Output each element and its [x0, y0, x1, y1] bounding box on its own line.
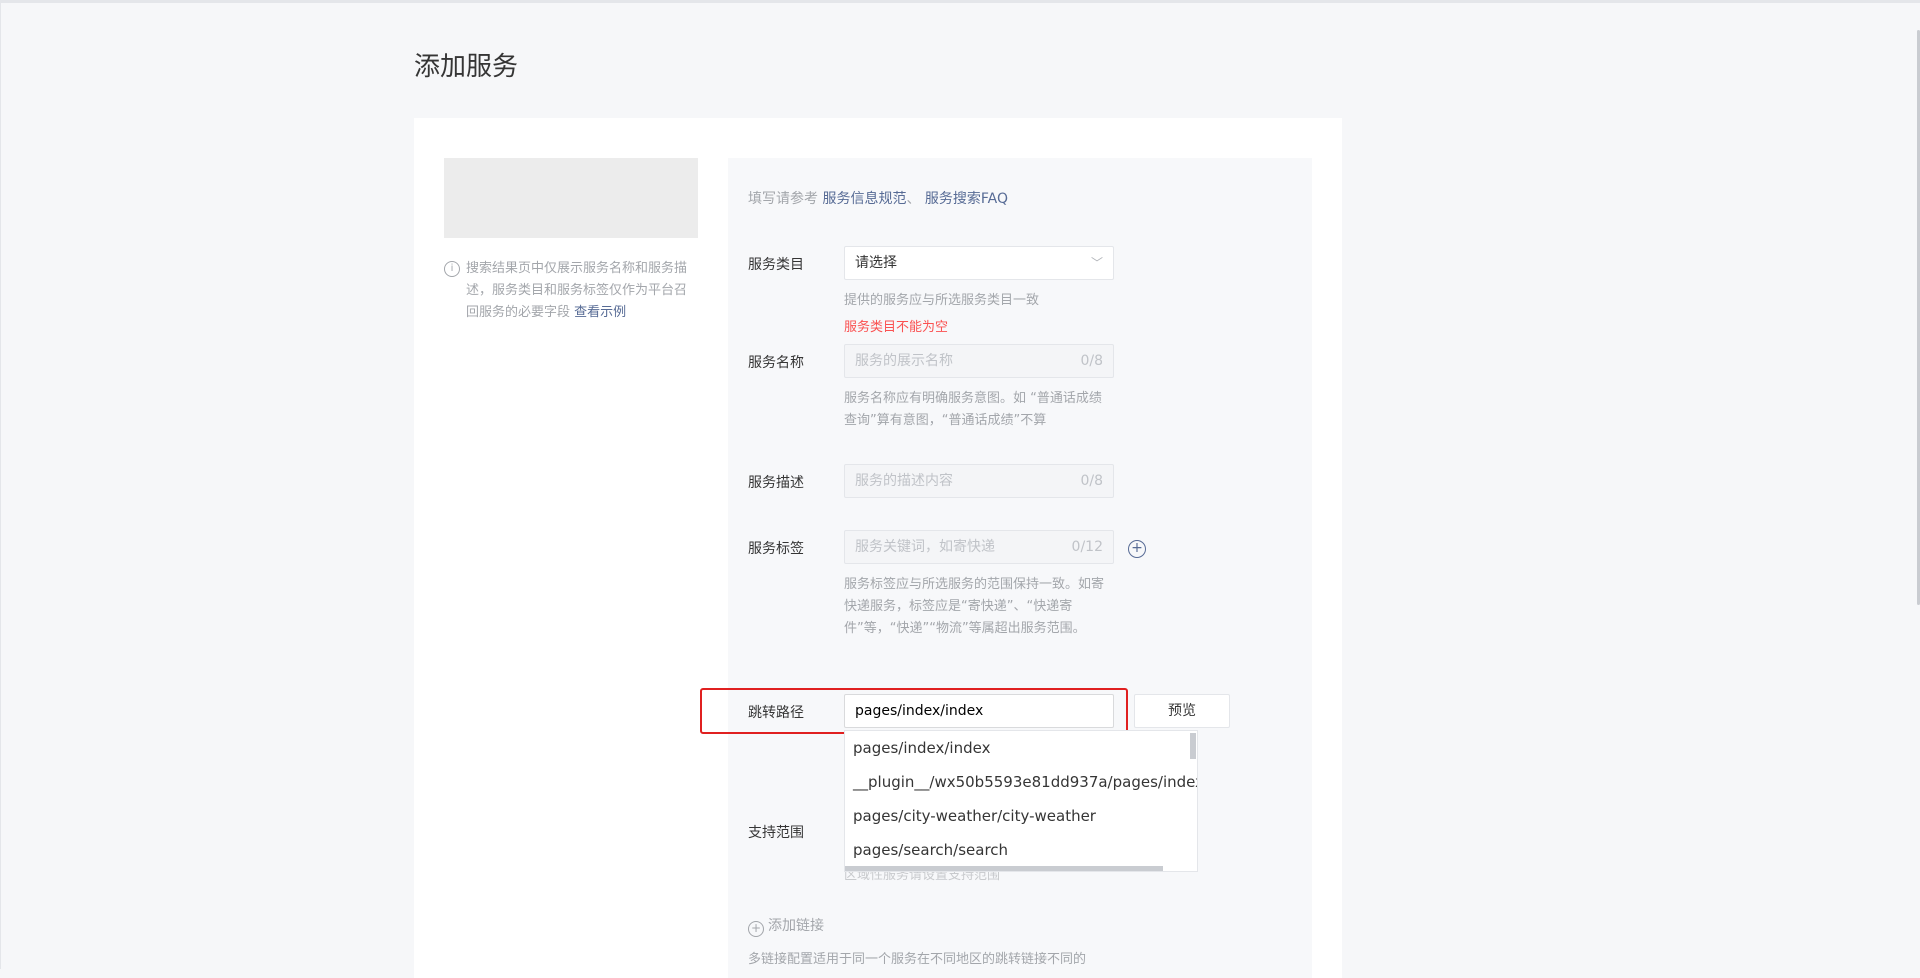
category-error: 服务类目不能为空: [844, 320, 949, 335]
form-reference-note: 填写请参考 服务信息规范、 服务搜索FAQ: [748, 188, 1008, 208]
tags-label: 服务标签: [748, 541, 804, 557]
category-select[interactable]: 请选择 ﹀: [844, 246, 1114, 280]
desc-label: 服务描述: [748, 475, 804, 491]
note-prefix: 填写请参考: [748, 191, 818, 207]
category-label: 服务类目: [748, 257, 804, 273]
name-input-placeholder: 服务的展示名称: [855, 353, 953, 369]
highlight-box: [700, 688, 1128, 734]
desc-counter: 0/8: [1080, 473, 1103, 489]
desc-input-placeholder: 服务的描述内容: [855, 473, 953, 489]
preview-tip-text: 搜索结果页中仅展示服务名称和服务描述，服务类目和服务标签仅作为平台召回服务的必要…: [466, 258, 694, 324]
tags-input[interactable]: 服务关键词，如寄快递 0/12: [844, 530, 1114, 564]
category-select-value: 请选择: [855, 255, 897, 271]
name-help: 服务名称应有明确服务意图。如 “普通话成绩查询”算有意图，“普通话成绩”不算: [844, 391, 1102, 428]
top-border: [0, 0, 1920, 3]
service-search-faq-link[interactable]: 服务搜索FAQ: [925, 191, 1008, 207]
tags-counter: 0/12: [1071, 539, 1103, 555]
dropdown-horizontal-scrollbar[interactable]: [845, 866, 1163, 871]
path-suggestions-dropdown: pages/index/index __plugin__/wx50b5593e8…: [844, 730, 1198, 872]
chevron-down-icon: ﹀: [1090, 256, 1103, 270]
multi-link-note: 多链接配置适用于同一个服务在不同地区的跳转链接不同的: [748, 952, 1087, 967]
tags-help: 服务标签应与所选服务的范围保持一致。如寄快递服务，标签应是“寄快递”、“快递寄件…: [844, 577, 1105, 636]
add-link-label: 添加链接: [768, 918, 824, 934]
add-link-button[interactable]: + 添加链接: [748, 915, 824, 937]
dropdown-vertical-scrollbar[interactable]: [1190, 733, 1196, 759]
add-tag-icon[interactable]: +: [1128, 540, 1146, 558]
suggestion-item[interactable]: __plugin__/wx50b5593e81dd937a/pages/inde…: [853, 773, 1197, 791]
service-info-spec-link[interactable]: 服务信息规范: [822, 191, 906, 207]
name-label: 服务名称: [748, 355, 804, 371]
search-result-preview: [444, 158, 698, 238]
page-title: 添加服务: [414, 52, 519, 82]
tags-input-placeholder: 服务关键词，如寄快递: [855, 539, 995, 555]
name-counter: 0/8: [1080, 353, 1103, 369]
preview-button[interactable]: 预览: [1134, 694, 1230, 728]
desc-input[interactable]: 服务的描述内容 0/8: [844, 464, 1114, 498]
suggestion-item[interactable]: pages/city-weather/city-weather: [853, 807, 1096, 825]
suggestion-item[interactable]: pages/search/search: [853, 841, 1008, 859]
info-icon: i: [444, 261, 460, 277]
view-example-link[interactable]: 查看示例: [574, 305, 626, 320]
category-help: 提供的服务应与所选服务类目一致: [844, 293, 1040, 308]
plus-circle-icon: +: [748, 921, 764, 937]
scope-label: 支持范围: [748, 825, 804, 841]
left-border: [0, 3, 1, 969]
note-separator: 、: [906, 191, 921, 207]
name-input[interactable]: 服务的展示名称 0/8: [844, 344, 1114, 378]
suggestion-item[interactable]: pages/index/index: [853, 739, 990, 757]
